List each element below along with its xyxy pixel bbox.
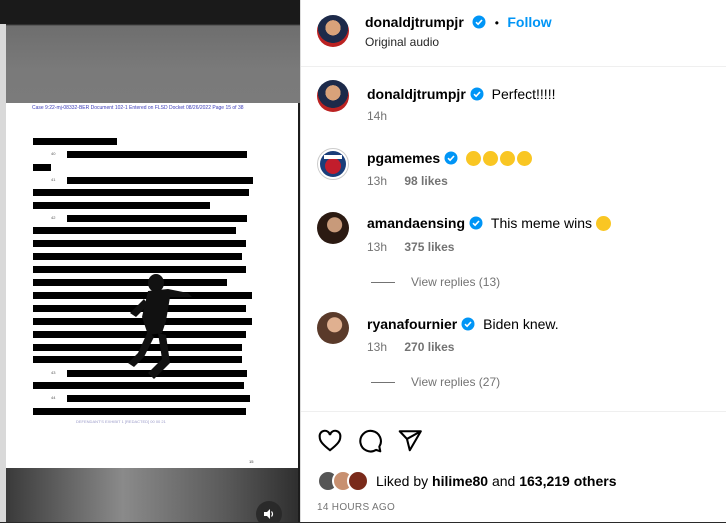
comment-likes[interactable]: 270 likes <box>404 340 454 354</box>
liker-avatar <box>347 470 369 492</box>
media-background <box>0 0 300 103</box>
author-line: donaldjtrumpjr • Follow <box>365 14 552 32</box>
liked-by-others[interactable]: 163,219 others <box>519 473 616 489</box>
view-replies-label: View replies (27) <box>411 375 501 389</box>
liker-avatars <box>317 470 369 492</box>
liked-by-row[interactable]: Liked by hilime80 and 163,219 others <box>317 470 617 492</box>
comment-emojis <box>466 150 534 166</box>
view-replies-label: View replies (13) <box>411 275 501 289</box>
comment-body: pgamemes <box>367 150 534 166</box>
redaction-bar <box>33 408 246 415</box>
follow-button[interactable]: Follow <box>507 14 551 30</box>
commenter-username[interactable]: pgamemes <box>367 150 440 166</box>
comment-body: donaldjtrumpjr Perfect!!!!! <box>367 86 555 102</box>
comment-meta: 13h 98 likes <box>367 174 448 188</box>
line-number: 40 <box>51 151 56 156</box>
separator-dot: • <box>494 16 499 30</box>
comment-body: amandaensing This meme wins <box>367 215 613 231</box>
liked-by-prefix: Liked by <box>376 473 429 489</box>
verified-icon <box>470 87 484 101</box>
comment-item: ryanafournier Biden knew. 13h 270 likes … <box>317 312 717 392</box>
redaction-bar <box>33 202 210 209</box>
commenter-username[interactable]: ryanafournier <box>367 316 457 332</box>
redaction-bar <box>33 240 246 247</box>
comment-meta: 14h <box>367 109 387 123</box>
post-sidebar: donaldjtrumpjr • Follow Original audio d… <box>300 0 726 522</box>
comment-meta: 13h 270 likes <box>367 340 454 354</box>
post-header: donaldjtrumpjr • Follow Original audio <box>301 0 726 67</box>
redacted-document: Case 9:22-mj-08332-BER Document 102-1 En… <box>6 103 298 468</box>
document-page-number: 15 <box>249 459 254 464</box>
share-icon[interactable] <box>397 428 423 454</box>
replies-divider <box>371 382 395 384</box>
post-media[interactable]: Case 9:22-mj-08332-BER Document 102-1 En… <box>0 0 300 522</box>
commenter-username[interactable]: donaldjtrumpjr <box>367 86 466 102</box>
sound-icon <box>264 509 274 519</box>
commenter-avatar[interactable] <box>317 80 349 112</box>
author-username[interactable]: donaldjtrumpjr <box>365 14 464 30</box>
comment-time: 13h <box>367 340 388 354</box>
document-footer: DEFENDANT'S EXHIBIT 1 [REDACTED] 00 00 2… <box>76 419 166 424</box>
dancing-figure <box>128 274 192 379</box>
comment-time: 13h <box>367 174 388 188</box>
sound-toggle-button[interactable] <box>256 501 282 522</box>
comment-icon[interactable] <box>357 428 383 454</box>
replies-divider <box>371 282 395 284</box>
liked-by-and: and <box>491 473 516 489</box>
view-replies-button[interactable]: View replies (27) <box>371 375 500 389</box>
audio-label[interactable]: Original audio <box>365 35 439 49</box>
line-number: 43 <box>51 370 56 375</box>
comment-likes[interactable]: 375 likes <box>404 240 454 254</box>
post-actions: Liked by hilime80 and 163,219 others 14 … <box>301 411 726 523</box>
media-bottom-strip <box>6 468 298 522</box>
line-number: 42 <box>51 215 56 220</box>
comment-time: 13h <box>367 240 388 254</box>
heart-icon[interactable] <box>317 428 343 454</box>
laughing-emoji-icon <box>517 151 533 166</box>
comment-text: Perfect!!!!! <box>491 86 556 102</box>
post-timestamp[interactable]: 14 HOURS AGO <box>317 502 395 513</box>
document-header: Case 9:22-mj-08332-BER Document 102-1 En… <box>32 105 244 111</box>
comment-item: pgamemes 13h 98 likes <box>317 146 717 196</box>
commenter-avatar[interactable] <box>317 212 349 244</box>
author-avatar[interactable] <box>317 15 349 47</box>
verified-icon <box>444 151 458 165</box>
laughing-emoji-icon <box>483 151 499 166</box>
laughing-emoji-icon <box>466 151 482 166</box>
redaction-bar <box>67 177 253 184</box>
redaction-bar <box>67 151 247 158</box>
view-replies-button[interactable]: View replies (13) <box>371 275 500 289</box>
liked-by-user[interactable]: hilime80 <box>432 473 488 489</box>
comment-item: donaldjtrumpjr Perfect!!!!! 14h <box>317 80 717 130</box>
commenter-avatar[interactable] <box>317 312 349 344</box>
comment-text: Biden knew. <box>483 316 559 332</box>
redaction-bar <box>33 266 246 273</box>
laughing-emoji-icon <box>500 151 516 166</box>
redaction-bar <box>33 138 117 145</box>
verified-icon <box>469 216 483 230</box>
line-number: 44 <box>51 395 56 400</box>
redaction-bar <box>67 215 247 222</box>
redaction-bar <box>67 395 250 402</box>
verified-icon <box>472 15 486 29</box>
comment-text: This meme wins <box>490 215 593 231</box>
commenter-avatar[interactable] <box>317 148 349 180</box>
redaction-bar <box>33 253 242 260</box>
rofl-emoji-icon <box>595 216 611 231</box>
verified-icon <box>461 317 475 331</box>
comment-item: amandaensing This meme wins 13h 375 like… <box>317 212 717 292</box>
comment-likes[interactable]: 98 likes <box>404 174 447 188</box>
comment-body: ryanafournier Biden knew. <box>367 316 559 332</box>
comment-meta: 13h 375 likes <box>367 240 454 254</box>
line-number: 41 <box>51 177 56 182</box>
comment-time: 14h <box>367 109 388 123</box>
redaction-bar <box>33 227 236 234</box>
redaction-bar <box>33 164 51 171</box>
redaction-bar <box>33 189 249 196</box>
commenter-username[interactable]: amandaensing <box>367 215 465 231</box>
